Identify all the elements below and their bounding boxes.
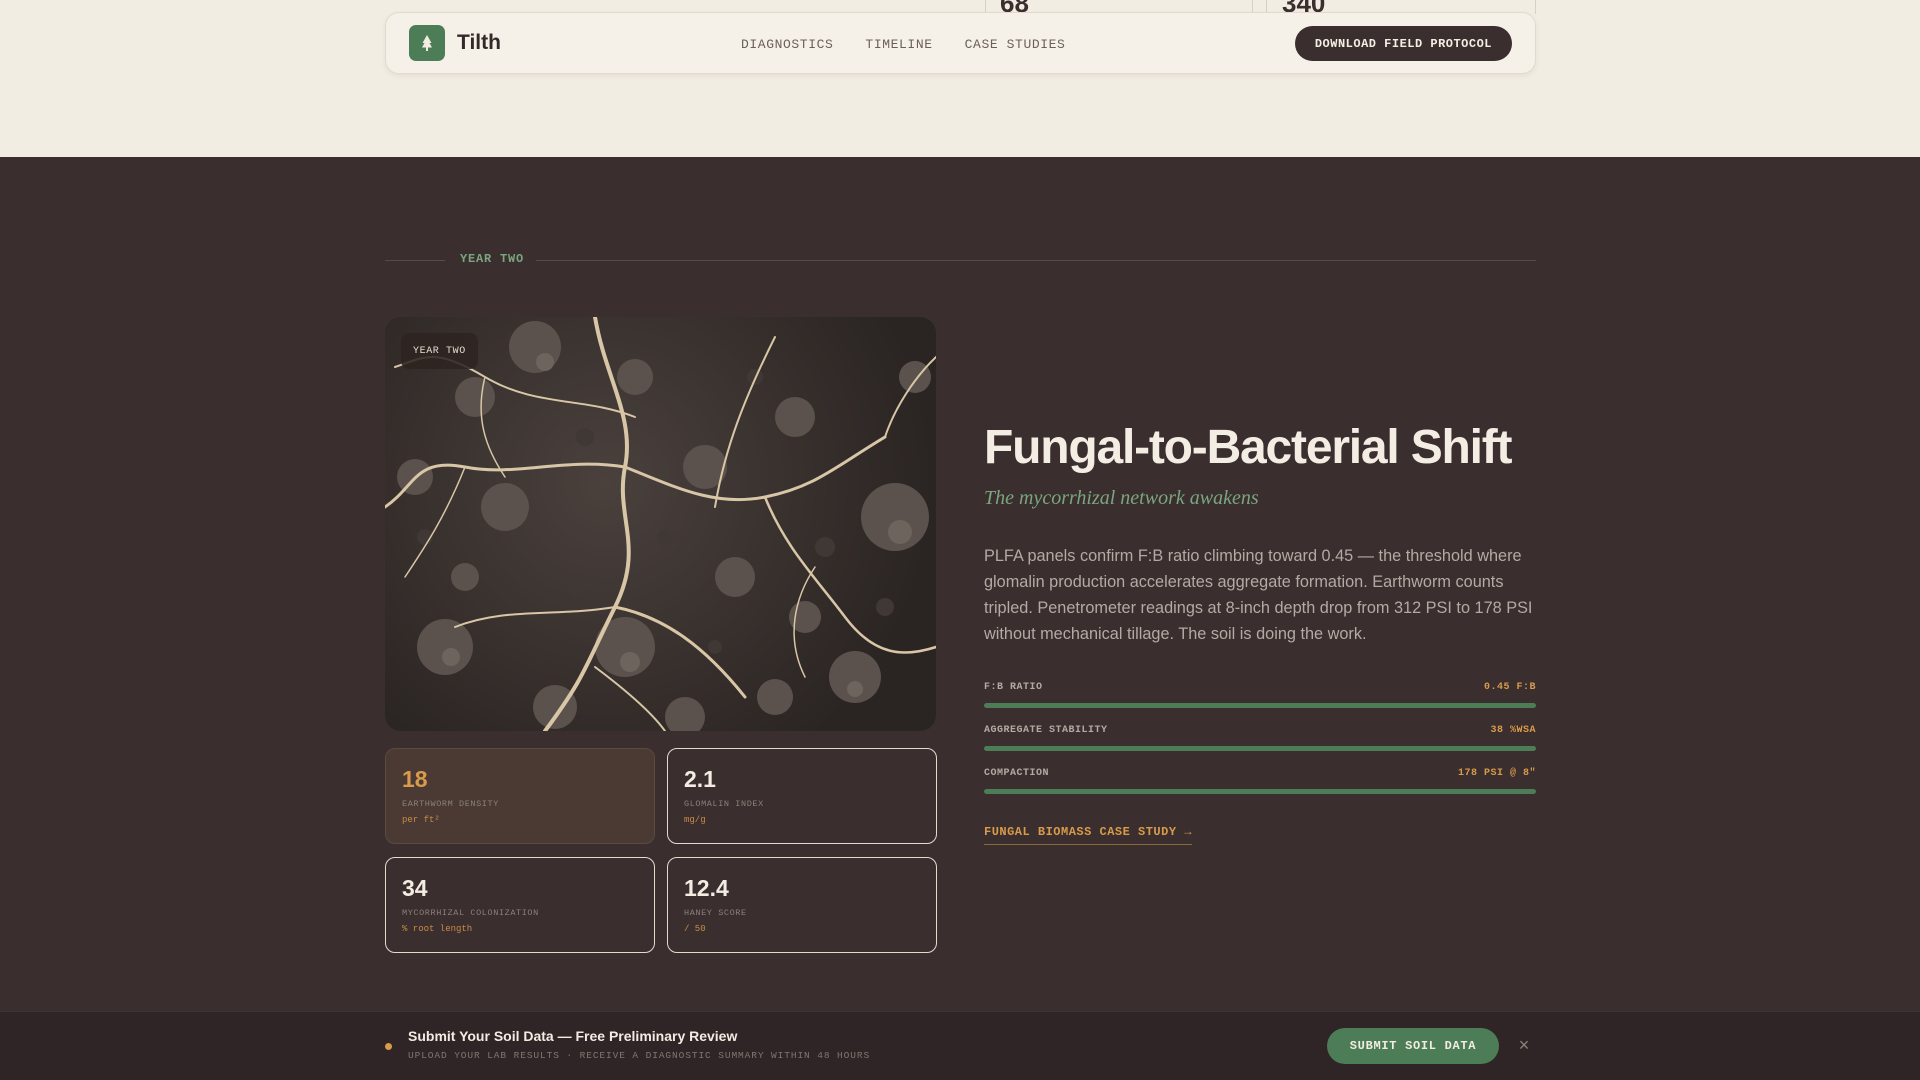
stat-card: 18 EARTHWORM DENSITY per ft² (385, 748, 655, 844)
logo[interactable] (409, 25, 445, 61)
submit-banner (0, 1011, 1920, 1080)
nav-link-case-studies[interactable]: CASE STUDIES (965, 37, 1066, 52)
section-body: PLFA panels confirm F:B ratio climbing t… (984, 547, 1533, 643)
metric-name: F:B RATIO (984, 682, 1043, 693)
metric-fb-ratio: F:B RATIO 0.45 F:B (984, 682, 1536, 708)
section-divider (385, 260, 445, 261)
stat-unit: per ft² (402, 815, 440, 825)
stat-card: 12.4 HANEY SCORE / 50 (667, 857, 937, 953)
stat-unit: % root length (402, 924, 473, 934)
stat-value: 2.1 (684, 766, 716, 792)
nav-link-diagnostics[interactable]: DIAGNOSTICS (741, 37, 833, 52)
soil-photo: YEAR TWO (385, 317, 936, 731)
close-icon[interactable]: × (1515, 1036, 1533, 1054)
progress-fill (984, 703, 1536, 708)
image-tag: YEAR TWO (401, 333, 478, 369)
progress-track (984, 746, 1536, 751)
progress-track (984, 789, 1536, 794)
stat-divider (1535, 0, 1536, 14)
section-label: YEAR TWO (460, 252, 525, 266)
stat-value: 34 (402, 875, 428, 901)
soil-illustration (385, 317, 936, 731)
stat-label: HANEY SCORE (684, 908, 747, 918)
stat-card: 2.1 GLOMALIN INDEX mg/g (667, 748, 937, 844)
stat-label: MYCORRHIZAL COLONIZATION (402, 908, 539, 918)
banner-subtitle: UPLOAD YOUR LAB RESULTS · RECEIVE A DIAG… (408, 1050, 871, 1061)
metric-compaction: COMPACTION 178 PSI @ 8" (984, 768, 1536, 794)
case-study-link[interactable]: FUNGAL BIOMASS CASE STUDY → (984, 825, 1192, 845)
stat-label: EARTHWORM DENSITY (402, 799, 499, 809)
stat-card: 34 MYCORRHIZAL COLONIZATION % root lengt… (385, 857, 655, 953)
progress-fill (984, 746, 1536, 751)
download-protocol-button[interactable]: DOWNLOAD FIELD PROTOCOL (1294, 26, 1512, 61)
section-title: Fungal-to-Bacterial Shift (984, 421, 1513, 474)
metric-value: 178 PSI @ 8" (1457, 768, 1536, 779)
metric-name: COMPACTION (984, 768, 1050, 779)
metric-aggregate-stability: AGGREGATE STABILITY 38 %WSA (984, 725, 1536, 751)
brand-name[interactable]: Tilth (457, 31, 501, 55)
metric-value: 0.45 F:B (1483, 682, 1536, 693)
section-divider (536, 260, 1536, 261)
progress-track (984, 703, 1536, 708)
section-subtitle: The mycorrhizal network awakens (984, 487, 1259, 509)
submit-soil-data-button[interactable]: SUBMIT SOIL DATA (1327, 1028, 1499, 1064)
progress-fill (984, 789, 1536, 794)
stat-unit: / 50 (684, 924, 706, 934)
tree-icon (422, 35, 432, 51)
stat-value: 12.4 (684, 875, 729, 901)
top-nav: Tilth DIAGNOSTICS TIMELINE CASE STUDIES … (385, 12, 1536, 74)
metric-name: AGGREGATE STABILITY (984, 725, 1108, 736)
status-dot (385, 1043, 392, 1050)
nav-link-timeline[interactable]: TIMELINE (865, 37, 932, 52)
stat-unit: mg/g (684, 815, 706, 825)
stat-label: GLOMALIN INDEX (684, 799, 764, 809)
metric-value: 38 %WSA (1490, 725, 1536, 736)
banner-title: Submit Your Soil Data — Free Preliminary… (408, 1028, 738, 1044)
stat-value: 18 (402, 766, 428, 792)
nav-links: DIAGNOSTICS TIMELINE CASE STUDIES (741, 13, 1065, 75)
